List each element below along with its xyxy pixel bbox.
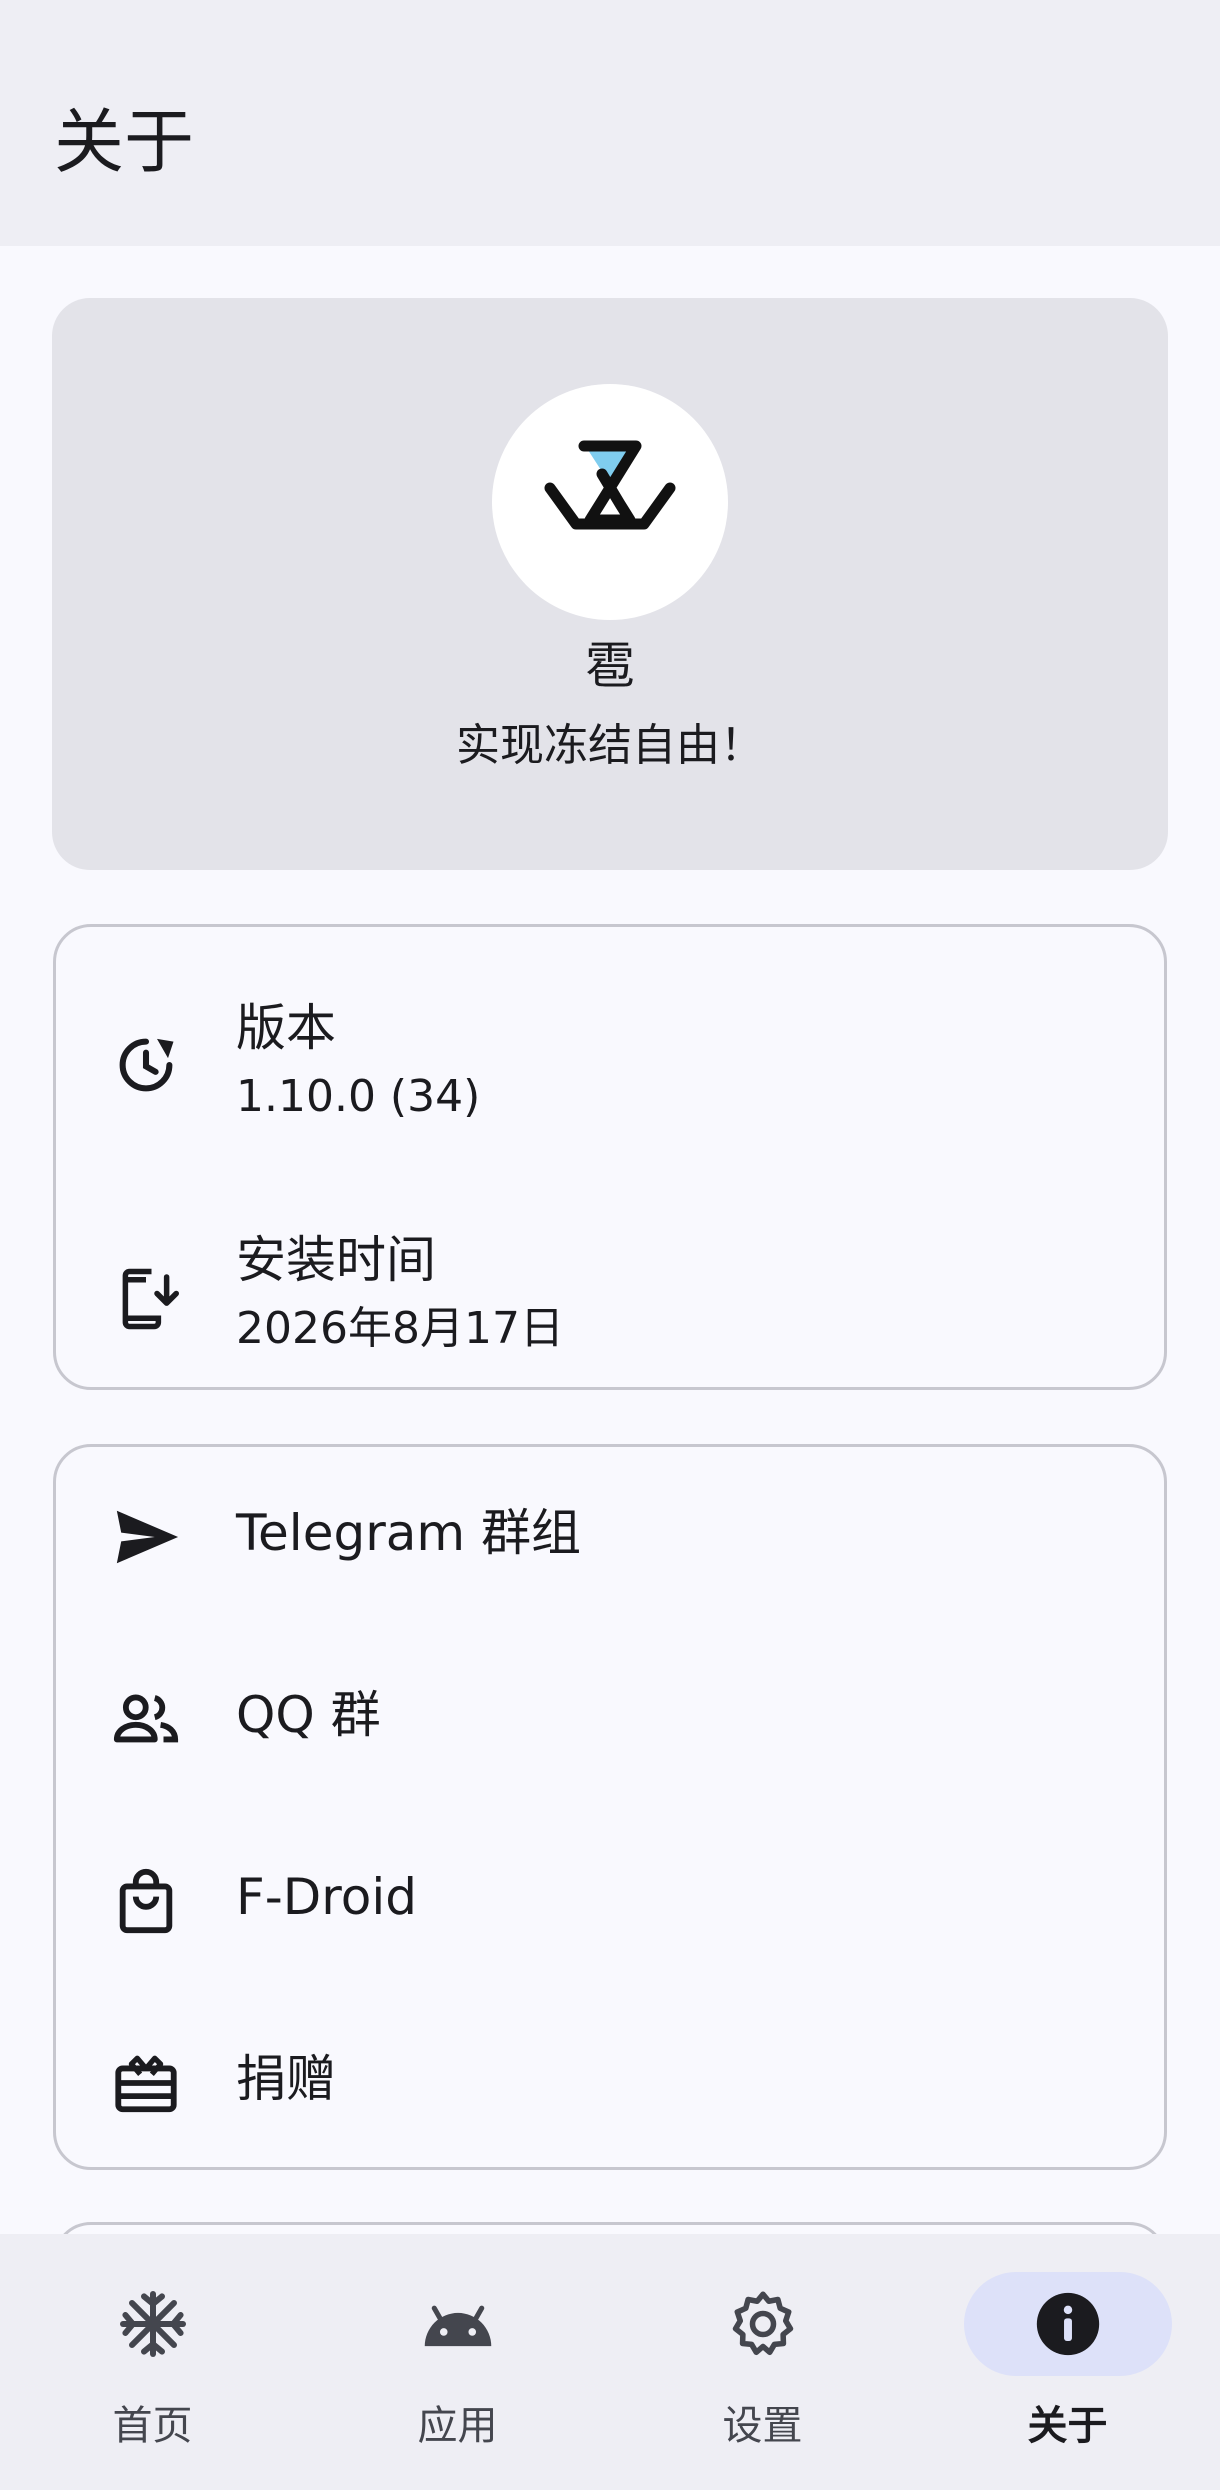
- hail-logo-icon: [544, 440, 676, 530]
- install-mobile-icon: [110, 1263, 182, 1335]
- shopping-bag-icon: [110, 1865, 182, 1937]
- top-app-bar: 关于: [0, 0, 1220, 246]
- version-label: 版本: [236, 999, 336, 1057]
- nav-home-indicator: [49, 2272, 257, 2376]
- bottom-navigation: 首页 应用 设置 关于: [0, 2234, 1220, 2490]
- app-logo: [492, 384, 728, 620]
- app-info-card: 版本 1.10.0 (34) 安装时间 2026年8月17日: [53, 924, 1167, 1390]
- send-icon: [110, 1501, 182, 1573]
- fdroid-link[interactable]: F-Droid: [56, 1811, 1164, 1991]
- app-slogan: 实现冻结自由！: [456, 720, 764, 771]
- telegram-group-link[interactable]: Telegram 群组: [56, 1447, 1164, 1627]
- version-row[interactable]: 版本 1.10.0 (34): [56, 957, 1164, 1147]
- links-card: Telegram 群组 QQ 群 F-Droid 捐赠: [53, 1444, 1167, 2170]
- nav-about-indicator: [963, 2272, 1172, 2376]
- nav-about-label: 关于: [1027, 2403, 1108, 2449]
- group-icon: [110, 1683, 182, 1755]
- nav-home[interactable]: 首页: [0, 2234, 305, 2490]
- info-icon: [1036, 2292, 1099, 2356]
- app-hero-card: 雹 实现冻结自由！: [52, 298, 1168, 870]
- nav-apps[interactable]: 应用: [305, 2234, 610, 2490]
- nav-home-label: 首页: [112, 2403, 193, 2449]
- settings-icon: [732, 2291, 793, 2356]
- donate-label: 捐赠: [236, 2050, 336, 2108]
- donate-link[interactable]: 捐赠: [56, 1993, 1164, 2173]
- install-time-label: 安装时间: [236, 1231, 436, 1289]
- update-icon: [110, 1029, 182, 1101]
- gift-card-icon: [110, 2047, 182, 2119]
- page-title: 关于: [54, 101, 194, 183]
- nav-apps-indicator: [354, 2272, 562, 2376]
- snowflake-icon: [119, 2291, 186, 2357]
- qq-group-label: QQ 群: [236, 1686, 381, 1744]
- telegram-group-label: Telegram 群组: [236, 1504, 581, 1562]
- nav-settings[interactable]: 设置: [610, 2234, 915, 2490]
- app-name: 雹: [585, 637, 635, 695]
- nav-apps-label: 应用: [417, 2403, 498, 2449]
- qq-group-link[interactable]: QQ 群: [56, 1629, 1164, 1809]
- install-time-row[interactable]: 安装时间 2026年8月17日: [56, 1187, 1164, 1377]
- install-time-value: 2026年8月17日: [236, 1303, 564, 1354]
- version-value: 1.10.0 (34): [236, 1071, 481, 1122]
- nav-settings-indicator: [659, 2272, 867, 2376]
- nav-settings-label: 设置: [722, 2403, 803, 2449]
- nav-about[interactable]: 关于: [915, 2234, 1220, 2490]
- fdroid-label: F-Droid: [236, 1868, 417, 1926]
- android-icon: [424, 2305, 491, 2347]
